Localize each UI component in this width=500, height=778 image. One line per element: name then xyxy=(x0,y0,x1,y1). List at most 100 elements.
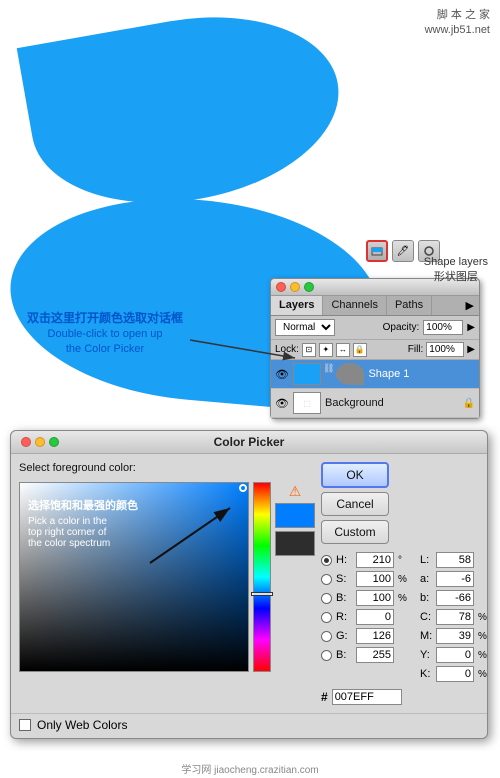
input-S[interactable] xyxy=(356,571,394,587)
cp-titlebar-dots xyxy=(21,437,59,447)
field-row-B: B: % b: xyxy=(321,590,487,606)
tab-paths[interactable]: Paths xyxy=(387,296,432,315)
label-H: H: xyxy=(336,554,352,566)
cp-fields: H: ° L: S: % a: B: xyxy=(321,552,487,705)
unit-C: % xyxy=(478,612,487,623)
cp-ann-en2: top right corner of xyxy=(28,527,148,538)
opacity-input[interactable] xyxy=(423,320,463,335)
label-L: L: xyxy=(420,554,432,566)
cp-tl-red[interactable] xyxy=(21,437,31,447)
unit-K: % xyxy=(478,669,487,680)
layer-lock-background: 🔒 xyxy=(463,398,475,409)
cp-gradient-box[interactable]: 选择饱和和最强的颜色 Pick a color in the top right… xyxy=(19,482,249,672)
layers-panel-arrow[interactable]: ▶ xyxy=(467,322,475,333)
field-row-K: K: % xyxy=(321,666,487,682)
cp-left-panel: Select foreground color: 选择饱和和最强的颜色 Pick… xyxy=(19,462,315,705)
layer-name-background: Background xyxy=(325,397,459,409)
shape-layers-hint: Shape layers 形状图层 xyxy=(424,256,488,284)
label-S: S: xyxy=(336,573,352,585)
radio-B[interactable] xyxy=(321,593,332,604)
watermark: 脚 本 之 家 www.jb51.net xyxy=(425,8,490,39)
cp-crosshair xyxy=(239,484,247,492)
annotation-arrow xyxy=(0,270,360,390)
input-C[interactable] xyxy=(436,609,474,625)
radio-R[interactable] xyxy=(321,612,332,623)
visibility-background[interactable]: 👁 xyxy=(275,396,289,410)
hex-hash: # xyxy=(321,690,328,704)
color-picker-dialog: Color Picker Select foreground color: 选择… xyxy=(10,430,488,739)
cp-ann-en1: Pick a color in the xyxy=(28,516,148,527)
input-a[interactable] xyxy=(436,571,474,587)
input-M[interactable] xyxy=(436,628,474,644)
label-Bl: B: xyxy=(336,649,352,661)
web-colors-checkbox[interactable] xyxy=(19,719,31,731)
input-L[interactable] xyxy=(436,552,474,568)
field-row-Bl: B: Y: % xyxy=(321,647,487,663)
label-R: R: xyxy=(336,611,352,623)
layer-item-background[interactable]: 👁 ⬚ Background 🔒 xyxy=(271,389,479,418)
cp-ann-chinese: 选择饱和和最强的颜色 xyxy=(28,497,148,513)
cp-swatch-new xyxy=(275,503,315,528)
cp-swatch-old xyxy=(275,531,315,556)
hex-input[interactable] xyxy=(332,689,402,705)
cp-buttons: OK Cancel Custom xyxy=(321,462,487,544)
unit-H: ° xyxy=(398,555,410,566)
field-row-G: G: M: % xyxy=(321,628,487,644)
cp-tl-yellow[interactable] xyxy=(35,437,45,447)
fill-input[interactable] xyxy=(426,342,464,357)
web-colors-label: Only Web Colors xyxy=(37,718,127,732)
radio-S[interactable] xyxy=(321,574,332,585)
cp-right-panel: OK Cancel Custom H: ° L: S: xyxy=(321,462,487,705)
label-K: K: xyxy=(420,668,432,680)
cp-body: Select foreground color: 选择饱和和最强的颜色 Pick… xyxy=(11,454,487,713)
label-Y: Y: xyxy=(420,649,432,661)
bottom-watermark: 学习网 jiaocheng.crazitian.com xyxy=(0,761,500,776)
cp-footer: Only Web Colors xyxy=(11,713,487,738)
shape-layer-btn-2[interactable]: 🖊 xyxy=(392,240,414,262)
label-B: B: xyxy=(336,592,352,604)
cp-titlebar: Color Picker xyxy=(11,431,487,454)
shape-layer-btn-active[interactable] xyxy=(366,240,388,262)
cp-tl-green[interactable] xyxy=(49,437,59,447)
label-a: a: xyxy=(420,573,432,585)
input-G[interactable] xyxy=(356,628,394,644)
unit-Y: % xyxy=(478,650,487,661)
label-b: b: xyxy=(420,592,432,604)
radio-Bl[interactable] xyxy=(321,650,332,661)
input-H[interactable] xyxy=(356,552,394,568)
custom-button[interactable]: Custom xyxy=(321,520,389,544)
layer-thumb-bg: ⬚ xyxy=(293,392,321,414)
cp-select-label: Select foreground color: xyxy=(19,462,315,474)
input-B[interactable] xyxy=(356,590,394,606)
unit-M: % xyxy=(478,631,487,642)
field-row-S: S: % a: xyxy=(321,571,487,587)
cp-hue-slider[interactable] xyxy=(253,482,271,672)
blue-shape-top xyxy=(17,0,354,226)
input-K[interactable] xyxy=(436,666,474,682)
cancel-button[interactable]: Cancel xyxy=(321,492,389,516)
input-Bl[interactable] xyxy=(356,647,394,663)
opacity-label: Opacity: xyxy=(383,322,420,333)
input-b[interactable] xyxy=(436,590,474,606)
cp-inner-annotation: 选择饱和和最强的颜色 Pick a color in the top right… xyxy=(28,497,148,549)
layer-thumb-container-bg: ⬚ xyxy=(293,392,321,414)
layer-name-shape1: Shape 1 xyxy=(368,368,475,380)
input-R[interactable] xyxy=(356,609,394,625)
unit-B: % xyxy=(398,593,410,604)
radio-H[interactable] xyxy=(321,555,332,566)
layers-panel-menu[interactable]: ▶ xyxy=(461,296,479,315)
label-G: G: xyxy=(336,630,352,642)
input-Y[interactable] xyxy=(436,647,474,663)
field-row-R: R: C: % xyxy=(321,609,487,625)
hex-row: # xyxy=(321,689,487,705)
label-C: C: xyxy=(420,611,432,623)
cp-title: Color Picker xyxy=(214,435,285,449)
ok-button[interactable]: OK xyxy=(321,462,389,488)
fill-label: Fill: xyxy=(408,344,424,355)
unit-S: % xyxy=(398,574,410,585)
cp-warning-icon: ⚠ xyxy=(286,482,304,500)
label-M: M: xyxy=(420,630,432,642)
cp-swatch-warning: ⚠ xyxy=(275,482,315,556)
radio-G[interactable] xyxy=(321,631,332,642)
fill-panel-arrow[interactable]: ▶ xyxy=(467,344,475,355)
